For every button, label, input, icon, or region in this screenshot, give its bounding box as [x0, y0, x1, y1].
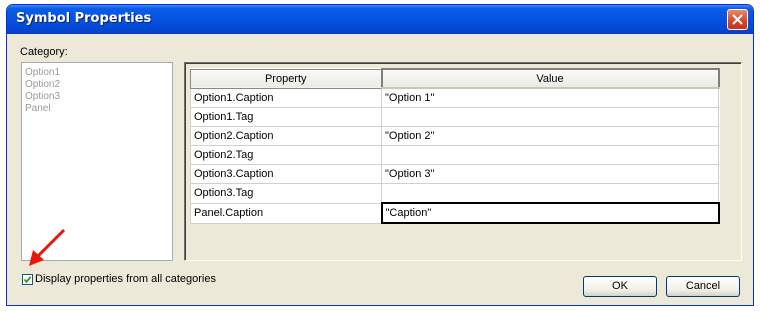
property-name-cell[interactable]: Option3.Caption	[190, 164, 382, 184]
property-value-cell[interactable]: "Option 1"	[381, 87, 719, 108]
checkbox-box[interactable]	[22, 273, 33, 285]
value-column-header[interactable]: Value	[380, 68, 720, 89]
property-value-cell[interactable]	[381, 145, 719, 165]
property-name-cell[interactable]: Option3.Tag	[190, 183, 382, 204]
title-bar[interactable]: Symbol Properties	[7, 5, 753, 34]
table-row: Option2.Tag	[190, 145, 719, 165]
display-all-categories-checkbox[interactable]: Display properties from all categories	[22, 273, 216, 285]
dialog-title: Symbol Properties	[16, 11, 152, 26]
table-row: Panel.Caption "Caption"	[190, 202, 720, 224]
close-icon	[732, 14, 743, 25]
property-value-cell[interactable]	[381, 183, 719, 204]
table-row: Option3.Caption "Option 3"	[190, 164, 719, 184]
close-button[interactable]	[727, 9, 748, 30]
red-arrow-icon	[29, 228, 66, 266]
table-row: Option1.Caption "Option 1"	[190, 87, 719, 108]
property-value-editor[interactable]: "Caption"	[380, 202, 720, 224]
cancel-button[interactable]: Cancel	[666, 276, 740, 297]
category-item-option3[interactable]: Option3	[22, 91, 172, 103]
checkbox-label[interactable]: Display properties from all categories	[35, 273, 216, 285]
property-name-cell[interactable]: Option2.Caption	[190, 126, 382, 146]
category-item-panel[interactable]: Panel	[22, 103, 172, 115]
symbol-properties-dialog: Symbol Properties Category: Option1 Opti…	[6, 4, 754, 306]
table-row: Option1.Tag	[190, 107, 719, 127]
property-column-header[interactable]: Property	[190, 68, 382, 89]
table-row: Option3.Tag	[190, 183, 719, 204]
property-name-cell[interactable]: Option1.Tag	[190, 107, 382, 127]
property-value-cell[interactable]	[381, 107, 719, 127]
property-name-cell[interactable]: Option2.Tag	[190, 145, 382, 165]
property-table: Property Value Option1.Caption "Option 1…	[190, 68, 720, 224]
property-name-cell[interactable]: Panel.Caption	[190, 202, 382, 224]
table-header-row: Property Value	[190, 68, 720, 89]
category-item-option1[interactable]: Option1	[22, 67, 172, 79]
property-value-cell[interactable]: "Option 2"	[381, 126, 719, 146]
property-name-cell[interactable]: Option1.Caption	[190, 87, 382, 108]
category-item-option2[interactable]: Option2	[22, 79, 172, 91]
property-grid: Property Value Option1.Caption "Option 1…	[184, 62, 742, 261]
checkmark-icon	[23, 275, 32, 283]
property-value-cell[interactable]: "Option 3"	[381, 164, 719, 184]
category-label: Category:	[20, 46, 68, 58]
table-row: Option2.Caption "Option 2"	[190, 126, 719, 146]
ok-button[interactable]: OK	[583, 276, 657, 297]
